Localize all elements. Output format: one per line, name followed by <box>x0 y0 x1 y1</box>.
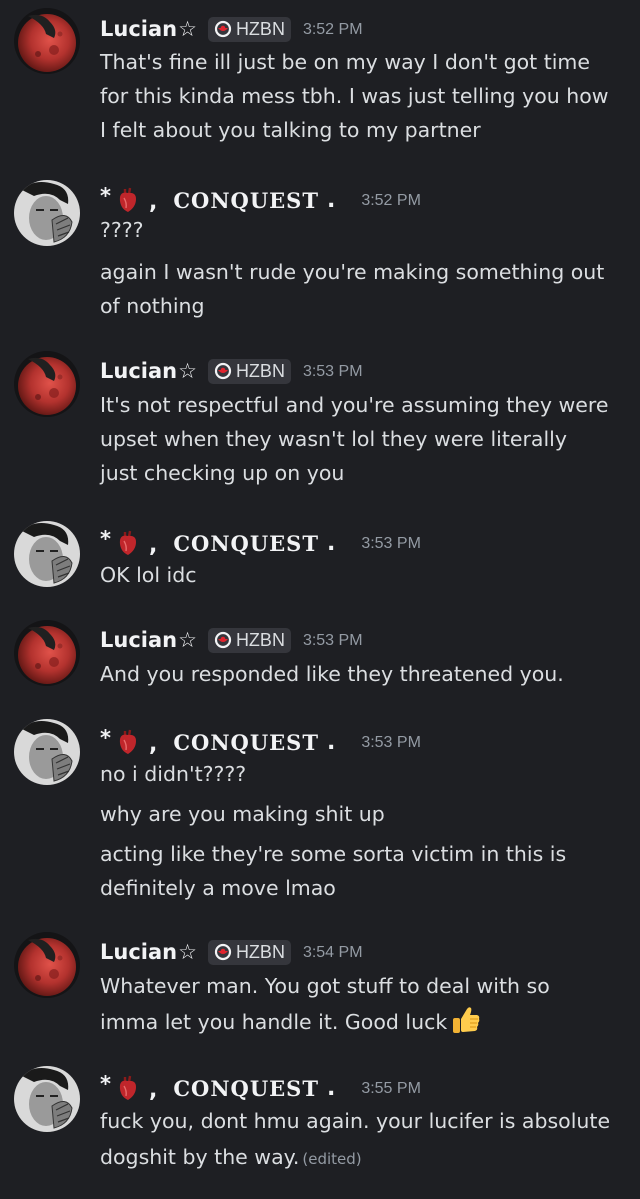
red-moon-avatar-icon <box>14 932 80 998</box>
username[interactable]: * , CONQUEST . <box>100 527 335 558</box>
message-header: * , CONQUEST . 3:53 PM <box>100 527 421 559</box>
message-line: fuck you, dont hmu again. your lucifer i… <box>100 1109 611 1133</box>
timestamp: 3:53 PM <box>361 734 421 751</box>
hzbn-tag-icon <box>214 943 232 961</box>
username[interactable]: Lucian☆ <box>100 628 197 652</box>
message-header: * , CONQUEST . 3:55 PM <box>100 1072 421 1104</box>
edited-label: (edited) <box>302 1150 362 1168</box>
message-header: Lucian☆ HZBN 3:54 PM <box>100 936 363 968</box>
grayscale-face-avatar-icon <box>14 521 80 587</box>
message-text: dogshit by the way. <box>100 1145 300 1169</box>
timestamp: 3:55 PM <box>361 1080 421 1097</box>
message-header: Lucian☆ HZBN 3:53 PM <box>100 624 363 656</box>
hzbn-tag-icon <box>214 20 232 38</box>
tag-label: HZBN <box>235 18 285 39</box>
message-line: And you responded like they threatened y… <box>100 662 564 686</box>
message-line: acting like they're some sorta victim in… <box>100 842 567 866</box>
username[interactable]: Lucian☆ <box>100 359 197 383</box>
tag-label: HZBN <box>235 629 285 650</box>
red-moon-avatar-icon <box>14 351 80 417</box>
message-line: just checking up on you <box>100 461 345 485</box>
message-text: imma let you handle it. Good luck <box>100 1010 448 1034</box>
message-header: * , CONQUEST . 3:52 PM <box>100 184 421 216</box>
grayscale-face-avatar-icon <box>14 719 80 785</box>
avatar[interactable] <box>14 932 80 998</box>
grayscale-face-avatar-icon <box>14 1066 80 1132</box>
username[interactable]: * , CONQUEST . <box>100 1072 335 1103</box>
message-line: imma let you handle it. Good luck <box>100 1004 630 1039</box>
red-moon-avatar-icon <box>14 8 80 74</box>
message-line: upset when they wasn't lol they were lit… <box>100 427 567 451</box>
message-line: Whatever man. You got stuff to deal with… <box>100 974 550 998</box>
message-line: dogshit by the way. (edited) <box>100 1140 630 1176</box>
timestamp: 3:52 PM <box>361 192 421 209</box>
timestamp: 3:52 PM <box>302 21 363 38</box>
message-line: I felt about you talking to my partner <box>100 118 481 142</box>
message-line: why are you making shit up <box>100 802 385 826</box>
avatar[interactable] <box>14 351 80 417</box>
hzbn-tag-icon <box>214 631 232 649</box>
message-header: Lucian☆ HZBN 3:53 PM <box>100 355 363 387</box>
avatar[interactable] <box>14 8 80 74</box>
message-line: for this kinda mess tbh. I was just tell… <box>100 84 609 108</box>
timestamp: 3:54 PM <box>302 944 363 961</box>
message-line: of nothing <box>100 294 205 318</box>
message-line: That's fine ill just be on my way I don'… <box>100 50 591 74</box>
message-line: no i didn't???? <box>100 762 247 786</box>
server-tag[interactable]: HZBN <box>207 358 291 384</box>
hzbn-tag-icon <box>214 362 232 380</box>
grayscale-face-avatar-icon <box>14 180 80 246</box>
avatar[interactable] <box>14 1066 80 1132</box>
anatomical-heart-icon <box>119 530 136 555</box>
timestamp: 3:53 PM <box>361 535 421 552</box>
tag-label: HZBN <box>235 360 285 381</box>
username[interactable]: * , CONQUEST . <box>100 184 335 215</box>
username[interactable]: Lucian☆ <box>100 940 197 964</box>
anatomical-heart-icon <box>119 729 136 754</box>
thumbs-up-emoji-icon <box>453 1007 480 1033</box>
red-moon-avatar-icon <box>14 620 80 686</box>
anatomical-heart-icon <box>119 1075 136 1100</box>
tag-label: HZBN <box>235 941 285 962</box>
anatomical-heart-icon <box>119 187 136 212</box>
message-line: ???? <box>100 218 144 242</box>
message-header: Lucian☆ HZBN 3:52 PM <box>100 13 363 45</box>
timestamp: 3:53 PM <box>302 632 363 649</box>
username[interactable]: Lucian☆ <box>100 17 197 41</box>
avatar[interactable] <box>14 180 80 246</box>
message-header: * , CONQUEST . 3:53 PM <box>100 726 421 758</box>
avatar[interactable] <box>14 521 80 587</box>
message-line: It's not respectful and you're assuming … <box>100 393 609 417</box>
username[interactable]: * , CONQUEST . <box>100 726 335 757</box>
server-tag[interactable]: HZBN <box>207 627 291 653</box>
message-line: definitely a move lmao <box>100 876 336 900</box>
server-tag[interactable]: HZBN <box>207 939 291 965</box>
timestamp: 3:53 PM <box>302 363 363 380</box>
message-line: again I wasn't rude you're making someth… <box>100 260 605 284</box>
message-line: OK lol idc <box>100 563 197 587</box>
avatar[interactable] <box>14 620 80 686</box>
avatar[interactable] <box>14 719 80 785</box>
server-tag[interactable]: HZBN <box>207 16 291 42</box>
